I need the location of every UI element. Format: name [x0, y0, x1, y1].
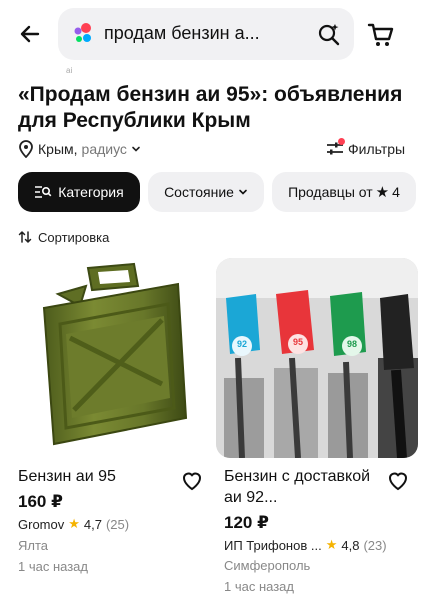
list-search-icon	[35, 186, 52, 198]
chip-sellers-rating-value: 4	[392, 184, 400, 200]
listing-time: 1 час назад	[18, 559, 88, 574]
listing-seller[interactable]: ИП Трифонов ... ★ 4,8 (23)	[224, 537, 387, 553]
chip-sellers-label: Продавцы от	[288, 184, 373, 200]
seller-rating: 4,8	[341, 537, 360, 553]
chevron-down-icon	[239, 189, 247, 195]
listing-title[interactable]: Бензин с доставкой аи 92...	[224, 466, 384, 508]
listing-seller[interactable]: Gromov ★ 4,7 (25)	[18, 516, 129, 532]
location-place: Крым,	[38, 141, 78, 157]
seller-reviews-count: (25)	[105, 516, 130, 532]
chip-category-label: Категория	[58, 184, 124, 200]
heart-icon[interactable]	[180, 468, 204, 492]
listing-city: Ялта	[18, 538, 49, 553]
search-sparkle-icon[interactable]	[316, 21, 342, 47]
chip-sellers-rating[interactable]: Продавцы от ★ 4	[272, 172, 416, 212]
sort-button[interactable]: Сортировка	[18, 226, 109, 248]
listing-title[interactable]: Бензин аи 95	[18, 466, 178, 487]
listing-card[interactable]: Бензин аи 95 160 ₽ Gromov ★ 4,7 (25) Ялт…	[10, 258, 212, 600]
listing-image[interactable]: 92 95 98	[216, 258, 418, 458]
chip-category[interactable]: Категория	[18, 172, 140, 212]
star-icon: ★	[68, 516, 80, 531]
listing-price: 160 ₽	[18, 492, 63, 511]
heart-icon[interactable]	[386, 468, 410, 492]
location-pin-icon	[19, 140, 33, 158]
sort-arrows-icon	[18, 231, 32, 243]
star-icon: ★	[325, 537, 338, 552]
search-query: продам бензин а...	[104, 23, 260, 43]
page: продам бензин а... «Продам бензин аи 95»…	[0, 0, 424, 600]
top-bar: продам бензин а...	[0, 0, 424, 68]
filters-active-dot	[338, 138, 345, 145]
arrow-left-icon	[20, 25, 40, 43]
back-button[interactable]	[14, 18, 46, 50]
nozzle-label: 98	[346, 339, 357, 349]
chevron-down-icon	[132, 146, 140, 152]
chip-state-label: Состояние	[164, 184, 234, 200]
star-icon: ★	[375, 184, 390, 201]
avito-logo-icon	[74, 23, 91, 42]
location-selector[interactable]: Крым, радиус	[18, 138, 141, 160]
listing-city: Симферополь	[224, 558, 311, 573]
fuel-nozzles-image	[216, 258, 418, 458]
listing-card[interactable]: 92 95 98 Бензин с доставкой аи 92... 120…	[216, 258, 418, 600]
filters-label: Фильтры	[348, 141, 406, 157]
sort-label: Сортировка	[38, 229, 110, 245]
page-title: «Продам бензин аи 95»: объявления для Ре…	[18, 83, 403, 132]
seller-name: Gromov	[18, 516, 65, 532]
filters-button[interactable]: Фильтры	[326, 138, 405, 160]
listing-price: 120 ₽	[224, 513, 269, 532]
search-hint: ai	[66, 66, 73, 75]
listing-time: 1 час назад	[224, 579, 294, 594]
location-radius: радиус	[81, 141, 127, 157]
search-field[interactable]: продам бензин а...	[58, 8, 354, 60]
listing-image[interactable]	[10, 258, 212, 458]
nozzle-label: 92	[236, 339, 247, 349]
nozzle-label: 95	[292, 337, 303, 347]
seller-rating: 4,7	[83, 516, 102, 532]
seller-name: ИП Трифонов ...	[224, 537, 322, 553]
seller-reviews-count: (23)	[363, 537, 387, 553]
chip-state[interactable]: Состояние	[148, 172, 264, 212]
jerrycan-image	[42, 262, 188, 446]
cart-icon[interactable]	[366, 20, 396, 50]
